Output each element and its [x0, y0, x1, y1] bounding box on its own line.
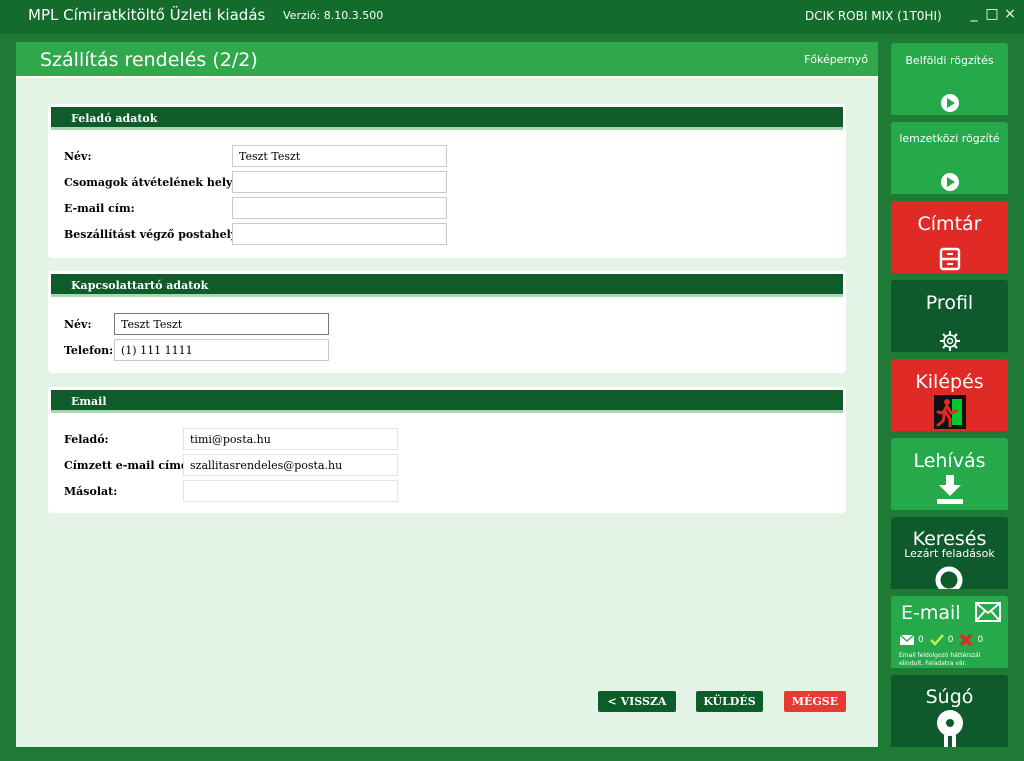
send-button[interactable]: KÜLDÉS [696, 691, 763, 712]
bulb-icon [891, 709, 1008, 747]
pickup-label: Lehívás [913, 450, 986, 472]
close-button[interactable]: × [1002, 6, 1018, 22]
email-status-note: Email feldolgozó háttérszál elindult. Fe… [899, 652, 981, 667]
user-label: DCIK ROBI MIX (1T0HI) [805, 9, 942, 23]
contact-section-header: Kapcsolattartó adatok [51, 274, 843, 297]
title-bar: MPL Címiratkitöltő Üzleti kiadás Verzió:… [0, 0, 1024, 34]
gear-icon [891, 330, 1008, 352]
email-status-button[interactable]: E-mail 0 0 0 Email feldolgozó háttérszál… [891, 596, 1008, 668]
contact-name-label: Név: [64, 318, 92, 331]
search-button[interactable]: Keresés Lezárt feladások [891, 517, 1008, 589]
email-section-header: Email [51, 390, 843, 413]
email-count-err: 0 [977, 635, 984, 645]
version-label: Verzió: 8.10.3.500 [283, 9, 384, 22]
cancel-button[interactable]: MÉGSE [784, 691, 846, 712]
logout-label: Kilépés [915, 371, 984, 393]
logout-button[interactable]: Kilépés [891, 359, 1008, 431]
exit-icon [891, 395, 1008, 429]
contact-name-field[interactable]: Teszt Teszt [114, 313, 329, 335]
email-from-label: Feladó: [64, 433, 109, 446]
play-icon [891, 172, 1008, 192]
email-section: Email Feladó: timi@posta.hu Címzett e-ma… [48, 387, 846, 513]
profile-button[interactable]: Profil [891, 280, 1008, 352]
envelope-icon [975, 602, 1001, 622]
play-icon [891, 93, 1008, 113]
back-button[interactable]: < VISSZA [598, 691, 676, 712]
email-from-field[interactable]: timi@posta.hu [183, 428, 398, 450]
email-cc-label: Másolat: [64, 485, 118, 498]
email-cc-field[interactable] [183, 480, 398, 502]
phone-field[interactable]: (1) 111 1111 [114, 339, 329, 361]
error-x-icon [960, 633, 973, 647]
app-title: MPL Címiratkitöltő Üzleti kiadás [28, 6, 266, 24]
pickup-button[interactable]: Lehívás [891, 438, 1008, 510]
minimize-button[interactable]: _ [966, 6, 982, 22]
page-header: Szállítás rendelés (2/2) Főképernyő [16, 42, 878, 78]
address-book-label: Címtár [917, 213, 982, 235]
email-count-ok: 0 [947, 635, 954, 645]
email-to-field[interactable]: szallitasrendeles@posta.hu [183, 454, 398, 476]
domestic-entry-label: Belföldi rögzítés [905, 54, 994, 67]
main-panel: Szállítás rendelés (2/2) Főképernyő Fela… [16, 42, 878, 747]
home-link[interactable]: Főképernyő [804, 53, 868, 66]
phone-label: Telefon: [64, 344, 114, 357]
search-sub-label: Lezárt feladások [904, 547, 995, 560]
sender-name-label: Név: [64, 150, 92, 163]
check-icon [929, 634, 944, 646]
mail-small-icon [900, 635, 914, 645]
maximize-button[interactable]: □ [984, 6, 1000, 22]
profile-label: Profil [925, 292, 974, 314]
contact-section: Kapcsolattartó adatok Név: Teszt Teszt T… [48, 271, 846, 373]
international-entry-label: lemzetközi rögzíté [899, 132, 1000, 145]
help-label: Súgó [925, 686, 974, 708]
help-button[interactable]: Súgó [891, 675, 1008, 747]
sender-section-header: Feladó adatok [51, 107, 843, 130]
sender-name-field[interactable]: Teszt Teszt [232, 145, 447, 167]
page-title: Szállítás rendelés (2/2) [40, 49, 258, 71]
download-icon [891, 475, 1008, 505]
pickup-location-label: Csomagok átvételének helye: [64, 176, 244, 189]
pickup-location-field[interactable] [232, 171, 447, 193]
domestic-entry-button[interactable]: Belföldi rögzítés [891, 43, 1008, 115]
post-office-label: Beszállítást végző postahely: [64, 228, 242, 241]
email-to-label: Címzett e-mail címe: [64, 459, 192, 472]
post-office-field[interactable] [232, 223, 447, 245]
email-label: E-mail [901, 602, 961, 624]
email-counters: 0 0 0 [900, 633, 1004, 647]
sender-email-label: E-mail cím: [64, 202, 135, 215]
sender-email-field[interactable] [232, 197, 447, 219]
address-book-icon [891, 247, 1008, 271]
sender-section: Feladó adatok Név: Teszt Teszt Csomagok … [48, 104, 846, 258]
email-count-mail: 0 [918, 635, 924, 645]
international-entry-button[interactable]: lemzetközi rögzíté [891, 122, 1008, 194]
magnifier-icon [891, 564, 1008, 589]
address-book-button[interactable]: Címtár [891, 201, 1008, 273]
